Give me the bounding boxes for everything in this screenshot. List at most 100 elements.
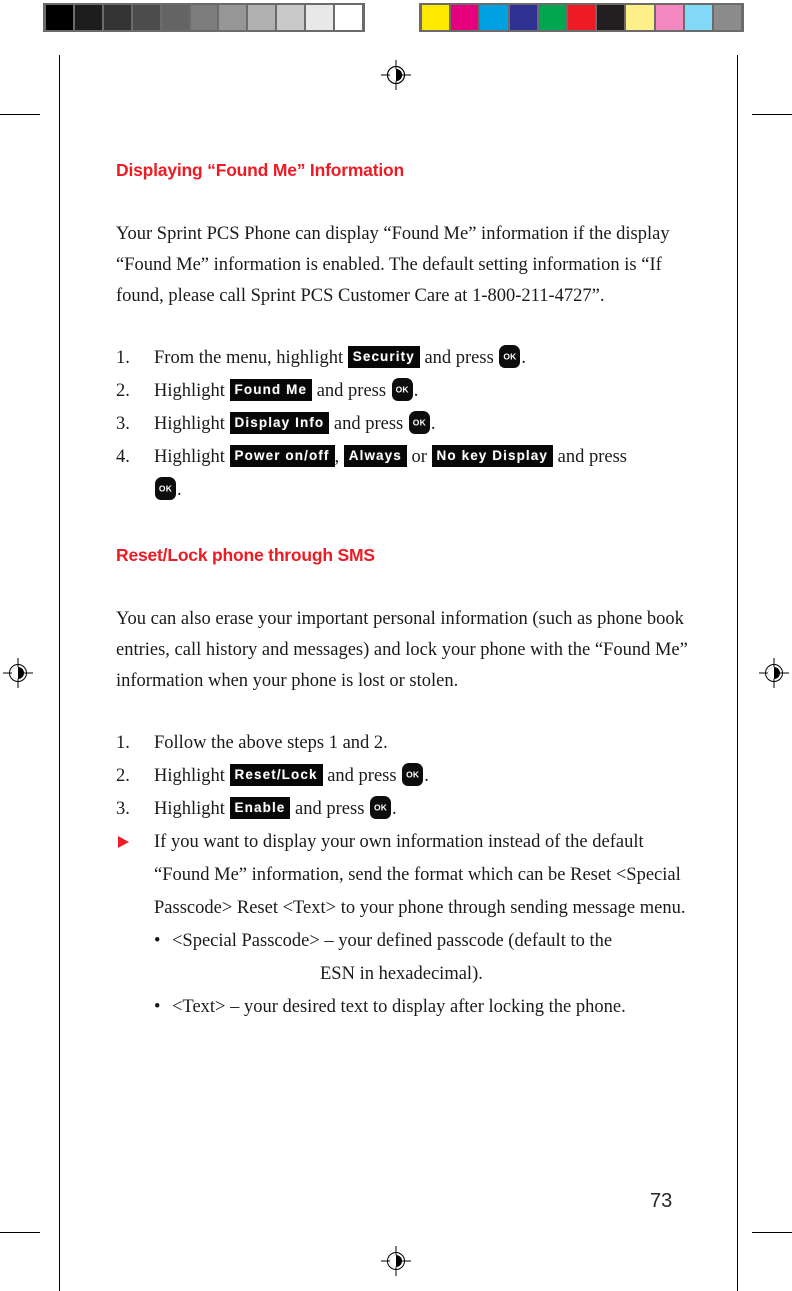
ok-key-icon[interactable]: OK xyxy=(155,477,176,500)
calibration-patch-7 xyxy=(248,5,276,30)
step-text-pre: Highlight xyxy=(154,766,225,786)
list-item: 2. Highlight Reset/Lock and press OK. xyxy=(116,760,696,793)
list-item: 3. Highlight Enable and press OK. xyxy=(116,793,696,826)
ok-key-label: OK xyxy=(412,417,426,427)
step-number: 3. xyxy=(116,799,130,819)
step-text-post: . xyxy=(430,414,436,434)
list-item: 4. Highlight Power on/off, Always or No … xyxy=(116,441,696,507)
list-item: 3. Highlight Display Info and press OK. xyxy=(116,408,696,441)
menu-chip-always[interactable]: Always xyxy=(343,445,407,467)
step-number: 2. xyxy=(116,766,130,786)
step-text-mid: or xyxy=(411,447,427,467)
steps-list-display-found-me: 1. From the menu, highlight Security and… xyxy=(116,342,696,507)
registration-mark-top-center xyxy=(381,60,411,90)
ok-key-label: OK xyxy=(406,769,420,779)
step-text-separator: , xyxy=(334,447,340,467)
calibration-patch-2 xyxy=(480,5,508,30)
list-item: 2. Highlight Found Me and press OK. xyxy=(116,375,696,408)
calibration-patch-0 xyxy=(422,5,450,30)
menu-chip-reset-lock[interactable]: Reset/Lock xyxy=(229,764,323,786)
intro-paragraph-text: Your Sprint PCS Phone can display “Found… xyxy=(116,224,670,306)
calibration-patch-10 xyxy=(713,5,742,30)
step-number: 1. xyxy=(116,733,130,753)
step-text-post: . xyxy=(424,766,429,786)
page-content: Displaying “Found Me” Information Your S… xyxy=(116,160,696,1024)
bullet-dot-icon: • xyxy=(154,931,161,951)
crop-mark-top-right-vertical xyxy=(737,55,738,115)
menu-chip-security[interactable]: Security xyxy=(347,346,420,368)
crop-mark-top-left-horizontal xyxy=(0,114,40,115)
list-item: 1. From the menu, highlight Security and… xyxy=(116,342,696,375)
step-text-mid: and press xyxy=(424,348,494,368)
step-text-pre: From the menu, highlight xyxy=(154,348,344,368)
registration-mark-bottom-center xyxy=(381,1246,411,1276)
menu-chip-enable[interactable]: Enable xyxy=(229,797,291,819)
calibration-patch-4 xyxy=(538,5,566,30)
list-item: • <Special Passcode> – your defined pass… xyxy=(116,925,696,991)
crop-mark-bottom-right-horizontal xyxy=(752,1232,792,1233)
calibration-patch-5 xyxy=(567,5,596,30)
ok-key-icon[interactable]: OK xyxy=(370,796,392,819)
registration-mark-right xyxy=(759,658,789,688)
note-text: If you want to display your own informat… xyxy=(154,832,686,918)
calibration-patch-5 xyxy=(190,5,218,30)
step-text-post: . xyxy=(413,381,419,401)
crop-mark-bottom-right-vertical xyxy=(737,1232,738,1291)
sub-bullet-continuation: ESN in hexadecimal). xyxy=(320,964,483,984)
ok-key-icon[interactable]: OK xyxy=(391,378,413,401)
trim-line-left xyxy=(59,114,60,1232)
menu-chip-no-key-display[interactable]: No key Display xyxy=(431,445,553,467)
bullet-dot-icon: • xyxy=(154,997,161,1017)
sub-bullet-text: <Text> – your desired text to display af… xyxy=(172,997,626,1017)
calibration-patch-4 xyxy=(161,5,189,30)
calibration-patch-8 xyxy=(655,5,683,30)
step-number: 1. xyxy=(116,348,130,368)
step-number: 4. xyxy=(116,447,130,467)
intro-paragraph: Your Sprint PCS Phone can display “Found… xyxy=(116,219,696,312)
ok-key-icon[interactable]: OK xyxy=(402,763,424,786)
calibration-patch-1 xyxy=(451,5,479,30)
step-text: Follow the above steps 1 and 2. xyxy=(154,733,388,753)
step-number: 3. xyxy=(116,414,130,434)
calibration-patch-9 xyxy=(684,5,712,30)
step-text-mid: and press xyxy=(316,381,387,401)
step-text-pre: Highlight xyxy=(154,799,225,819)
ok-key-label: OK xyxy=(373,802,388,812)
calibration-patch-1 xyxy=(74,5,102,30)
step-text-mid: and press xyxy=(333,414,404,434)
ok-key-label: OK xyxy=(395,384,409,394)
ok-key-label: OK xyxy=(503,351,517,361)
step-text-post: . xyxy=(392,799,397,819)
calibration-patch-7 xyxy=(626,5,654,30)
triangle-bullet-icon xyxy=(118,836,129,848)
ok-key-icon[interactable]: OK xyxy=(499,345,521,368)
step-text-mid: and press xyxy=(295,799,365,819)
menu-chip-display-info[interactable]: Display Info xyxy=(229,412,330,434)
calibration-patch-3 xyxy=(132,5,160,30)
page-number: 73 xyxy=(650,1190,673,1212)
calibration-patch-9 xyxy=(306,5,334,30)
ok-key-icon[interactable]: OK xyxy=(408,411,430,434)
menu-chip-found-me[interactable]: Found Me xyxy=(229,379,313,401)
crop-mark-top-left-vertical xyxy=(59,55,60,115)
trim-line-right xyxy=(737,114,738,1232)
menu-chip-power-on-off[interactable]: Power on/off xyxy=(229,445,335,467)
calibration-patch-6 xyxy=(219,5,247,30)
step-text-post: . xyxy=(177,480,182,500)
step-text-pre: Highlight xyxy=(154,414,225,434)
note-callout: If you want to display your own informat… xyxy=(116,826,696,925)
step-text-pre: Highlight xyxy=(154,381,225,401)
calibration-patch-10 xyxy=(335,5,362,30)
calibration-patch-8 xyxy=(277,5,305,30)
step-text-post: . xyxy=(521,348,527,368)
step-number: 2. xyxy=(116,381,130,401)
step-text-mid: and press xyxy=(327,766,397,786)
registration-mark-left xyxy=(3,658,33,688)
crop-mark-top-right-horizontal xyxy=(752,114,792,115)
step-text-pre: Highlight xyxy=(154,447,225,467)
ok-key-label: OK xyxy=(158,483,173,493)
reset-lock-paragraph: You can also erase your important person… xyxy=(116,604,696,697)
